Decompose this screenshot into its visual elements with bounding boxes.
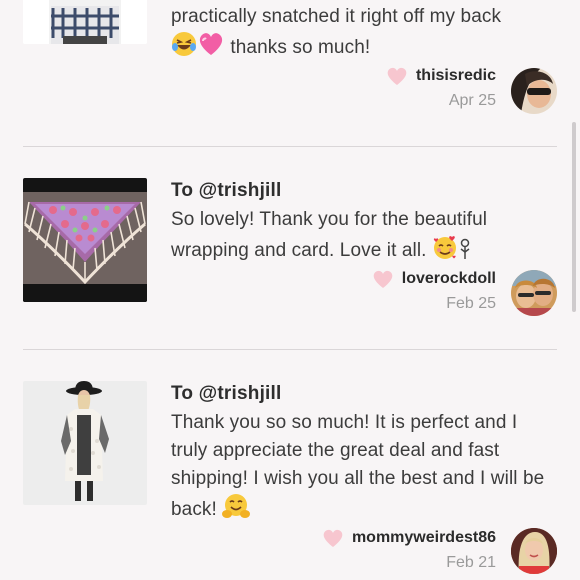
review-item-3: To @trishjill Thank you so so much! It i… bbox=[0, 350, 580, 580]
review-date: Apr 25 bbox=[448, 92, 496, 109]
review-message: practically snatched it right off my bac… bbox=[171, 3, 557, 66]
avatar[interactable] bbox=[511, 68, 557, 114]
avatar[interactable] bbox=[511, 270, 557, 316]
smiling-hearts-emoji-icon bbox=[432, 234, 458, 269]
review-meta: thisisredic Apr 25 bbox=[386, 66, 496, 110]
review-text: So lovely! Thank you for the beautiful w… bbox=[171, 206, 557, 269]
heart-icon[interactable] bbox=[322, 528, 344, 548]
laughing-emoji-icon bbox=[171, 31, 197, 66]
heart-icon[interactable] bbox=[372, 269, 394, 289]
review-text: practically snatched it right off my bac… bbox=[171, 3, 557, 66]
review-date: Feb 21 bbox=[446, 554, 496, 571]
review-text: Thank you so so much! It is perfect and … bbox=[171, 409, 557, 528]
review-item-2: To @trishjill So lovely! Thank you for t… bbox=[0, 147, 580, 350]
review-date: Feb 25 bbox=[446, 295, 496, 312]
listing-thumbnail[interactable] bbox=[23, 0, 147, 44]
flower-icon bbox=[458, 236, 472, 269]
recipient-label: To @trishjill bbox=[171, 180, 282, 201]
username[interactable]: loverockdoll bbox=[402, 270, 496, 288]
username[interactable]: mommyweirdest86 bbox=[352, 529, 496, 547]
avatar[interactable] bbox=[511, 528, 557, 574]
heart-icon[interactable] bbox=[386, 66, 408, 86]
review-meta: loverockdoll Feb 25 bbox=[372, 269, 496, 313]
hugging-emoji-icon bbox=[222, 493, 251, 528]
review-message: To @trishjill Thank you so so much! It i… bbox=[171, 383, 557, 528]
pink-heart-emoji-icon bbox=[197, 31, 225, 66]
review-meta: mommyweirdest86 Feb 21 bbox=[322, 528, 496, 572]
review-message: To @trishjill So lovely! Thank you for t… bbox=[171, 180, 557, 269]
recipient-label: To @trishjill bbox=[171, 383, 282, 404]
listing-thumbnail[interactable] bbox=[23, 381, 147, 505]
username[interactable]: thisisredic bbox=[416, 67, 496, 85]
listing-thumbnail[interactable] bbox=[23, 178, 147, 302]
review-item-1: practically snatched it right off my bac… bbox=[0, 0, 580, 147]
